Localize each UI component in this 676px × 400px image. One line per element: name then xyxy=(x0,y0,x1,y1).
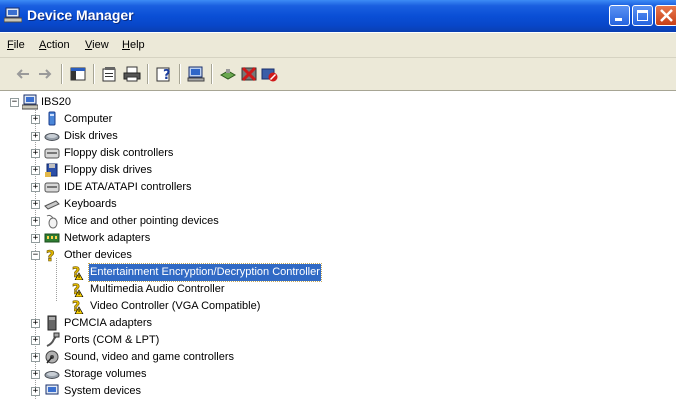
expand-toggle[interactable]: + xyxy=(31,319,40,328)
expand-toggle[interactable]: + xyxy=(31,336,40,345)
storage-volume-icon xyxy=(44,371,60,379)
print-icon[interactable] xyxy=(123,65,141,83)
expand-toggle[interactable]: + xyxy=(31,166,40,175)
toolbar-separator xyxy=(61,64,63,84)
sound-icon xyxy=(45,350,59,364)
tree-item-label: IDE ATA/ATAPI controllers xyxy=(64,181,192,193)
tree-item-label: Disk drives xyxy=(64,130,118,142)
device-label: Video Controller (VGA Compatible) xyxy=(90,300,261,312)
tree-item-label: Floppy disk drives xyxy=(64,164,153,176)
computer-icon xyxy=(48,111,56,126)
tree-item-label: Network adapters xyxy=(64,232,151,244)
tree-root-label: IBS20 xyxy=(41,96,71,108)
floppy-drive-icon xyxy=(45,163,58,177)
expand-toggle[interactable]: + xyxy=(31,370,40,379)
disable-device-icon[interactable] xyxy=(260,65,278,83)
toolbar-separator xyxy=(179,64,181,84)
close-icon xyxy=(660,9,673,22)
menu-bar: File Action View Help xyxy=(0,33,676,58)
expand-toggle[interactable]: + xyxy=(31,132,40,141)
maximize-icon xyxy=(637,10,648,21)
scan-hardware-changes-icon[interactable] xyxy=(187,65,205,83)
close-button[interactable] xyxy=(655,5,676,26)
device-label: Multimedia Audio Controller xyxy=(90,283,225,295)
expand-toggle[interactable]: + xyxy=(31,217,40,226)
expand-toggle[interactable]: + xyxy=(31,200,40,209)
warning-device-icon: ? xyxy=(72,282,84,297)
device-label: Entertainment Encryption/Decryption Cont… xyxy=(88,263,322,282)
minimize-icon xyxy=(615,18,622,21)
help-icon[interactable]: ? xyxy=(155,65,173,83)
collapse-root-toggle[interactable]: − xyxy=(10,98,19,107)
forward-arrow-icon[interactable] xyxy=(36,65,54,83)
pcmcia-icon xyxy=(47,315,57,331)
warning-device-icon: ? xyxy=(72,299,84,314)
tree-item-label: Floppy disk controllers xyxy=(64,147,174,159)
tree-item-label: Sound, video and game controllers xyxy=(64,351,234,363)
toolbar: ? xyxy=(0,57,676,91)
tree-item-label: Computer xyxy=(64,113,113,125)
warning-device-icon: ? xyxy=(72,265,84,280)
toolbar-separator xyxy=(147,64,149,84)
expand-toggle[interactable]: + xyxy=(31,353,40,362)
mouse-icon xyxy=(46,214,58,229)
properties-icon[interactable] xyxy=(100,65,118,83)
tree-item-label: Ports (COM & LPT) xyxy=(64,334,160,346)
menu-view[interactable]: View xyxy=(85,39,109,51)
tree-item-label: Storage volumes xyxy=(64,368,147,380)
keyboard-icon xyxy=(44,200,60,210)
computer-icon xyxy=(22,94,38,110)
uninstall-device-icon[interactable] xyxy=(240,65,258,83)
expand-toggle[interactable]: + xyxy=(31,149,40,158)
window-title: Device Manager xyxy=(27,7,134,23)
collapse-toggle[interactable]: − xyxy=(31,251,40,260)
disk-drive-icon xyxy=(44,133,60,141)
expand-toggle[interactable]: + xyxy=(31,115,40,124)
maximize-button[interactable] xyxy=(632,5,653,26)
svg-text:?: ? xyxy=(163,68,171,83)
device-manager-icon xyxy=(4,7,22,23)
menu-file[interactable]: File xyxy=(7,39,25,51)
update-driver-icon[interactable] xyxy=(219,65,237,83)
system-device-icon xyxy=(45,384,59,395)
menu-help[interactable]: Help xyxy=(122,39,145,51)
svg-text:?: ? xyxy=(46,247,55,263)
title-bar[interactable]: Device Manager xyxy=(0,0,676,32)
expand-toggle[interactable]: + xyxy=(31,387,40,396)
tree-item-label: System devices xyxy=(64,385,142,397)
device-tree: − IBS20 + Computer + Disk drives + Flopp… xyxy=(0,91,676,399)
menu-action[interactable]: Action xyxy=(39,39,70,51)
expand-toggle[interactable]: + xyxy=(31,234,40,243)
tree-item-label: Other devices xyxy=(64,249,132,261)
network-adapter-icon xyxy=(44,233,60,243)
toolbar-separator xyxy=(93,64,95,84)
controller-icon xyxy=(44,148,60,159)
back-arrow-icon[interactable] xyxy=(14,65,32,83)
port-icon xyxy=(46,332,60,347)
tree-item-label: Mice and other pointing devices xyxy=(64,215,219,227)
tree-item-label: Keyboards xyxy=(64,198,117,210)
expand-toggle[interactable]: + xyxy=(31,183,40,192)
tree-item-label: PCMCIA adapters xyxy=(64,317,153,329)
show-hide-console-tree-icon[interactable] xyxy=(69,65,87,83)
toolbar-separator xyxy=(211,64,213,84)
ide-controller-icon xyxy=(44,182,60,193)
minimize-button[interactable] xyxy=(609,5,630,26)
unknown-device-icon: ? xyxy=(46,247,55,263)
